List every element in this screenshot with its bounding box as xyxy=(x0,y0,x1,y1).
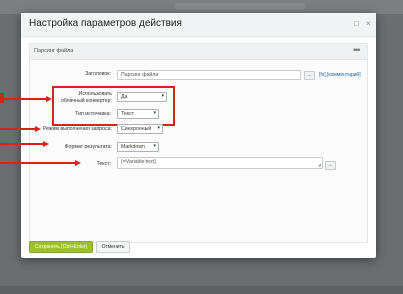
maximize-icon[interactable]: □ xyxy=(354,19,359,29)
dialog-header: Настройка параметров действия □ × xyxy=(21,13,376,37)
text-input[interactable]: {=Variable:text} ◢ xyxy=(117,157,323,169)
chevron-down-icon: ▾ xyxy=(153,143,156,149)
annotation-arrow-line xyxy=(0,162,76,164)
cloud-converter-value: Да xyxy=(121,94,128,100)
chevron-down-icon: ▾ xyxy=(161,93,164,99)
dialog-title: Настройка параметров действия xyxy=(29,18,182,29)
annotation-arrow-head xyxy=(35,126,41,132)
text-insert-button[interactable]: ... xyxy=(325,161,336,170)
request-mode-value: Синхронный xyxy=(121,126,152,132)
text-input-value: {=Variable:text} xyxy=(121,159,156,165)
text-label: Текст: xyxy=(96,161,111,167)
request-mode-select[interactable]: Синхронный ▾ xyxy=(117,124,163,134)
source-type-select[interactable]: Текст ▾ xyxy=(117,109,159,119)
annotation-arrow-line xyxy=(0,128,36,130)
chevron-down-icon: ▾ xyxy=(153,110,156,116)
action-settings-dialog: Настройка параметров действия □ × Парсин… xyxy=(21,13,376,258)
heading-input[interactable]: Парсинг файла xyxy=(117,70,301,80)
chevron-down-icon: ▾ xyxy=(157,125,160,131)
result-format-select[interactable]: Markdown ▾ xyxy=(117,142,159,152)
annotation-arrow-line xyxy=(0,98,47,100)
source-type-label: Тип источника: xyxy=(75,111,111,117)
request-mode-label: Режим выполнения запроса: xyxy=(42,126,112,132)
source-type-value: Текст xyxy=(121,111,135,117)
background-footer xyxy=(0,286,403,294)
heading-label: Заголовок: xyxy=(85,71,111,77)
annotation-arrow-line xyxy=(0,143,44,145)
cancel-button[interactable]: Отменить xyxy=(96,241,130,253)
result-format-value: Markdown xyxy=(121,144,145,150)
panel-title: Парсинг файла xyxy=(34,48,74,54)
annotation-arrow-head xyxy=(75,160,81,166)
close-icon[interactable]: × xyxy=(366,19,371,29)
cloud-converter-select[interactable]: Да ▾ xyxy=(117,92,167,102)
cloud-converter-label: Использовать облачный конвертер: xyxy=(60,91,112,104)
fx-link[interactable]: [fx] xyxy=(319,72,326,78)
heading-insert-button[interactable]: ... xyxy=(304,71,315,80)
annotation-arrow-head xyxy=(43,141,49,147)
background-title-blur xyxy=(175,3,305,10)
annotation-marker-left xyxy=(0,93,4,103)
panel-header: Парсинг файла ••• xyxy=(30,44,367,60)
save-button[interactable]: Сохранить (Ctrl+Enter) xyxy=(29,241,93,253)
resize-handle-icon[interactable]: ◢ xyxy=(318,161,321,168)
panel-menu-icon[interactable]: ••• xyxy=(353,45,361,55)
result-format-label: Формат результата: xyxy=(64,144,112,150)
annotation-arrow-head xyxy=(46,96,52,102)
comment-link[interactable]: [комментарий] xyxy=(327,72,361,78)
